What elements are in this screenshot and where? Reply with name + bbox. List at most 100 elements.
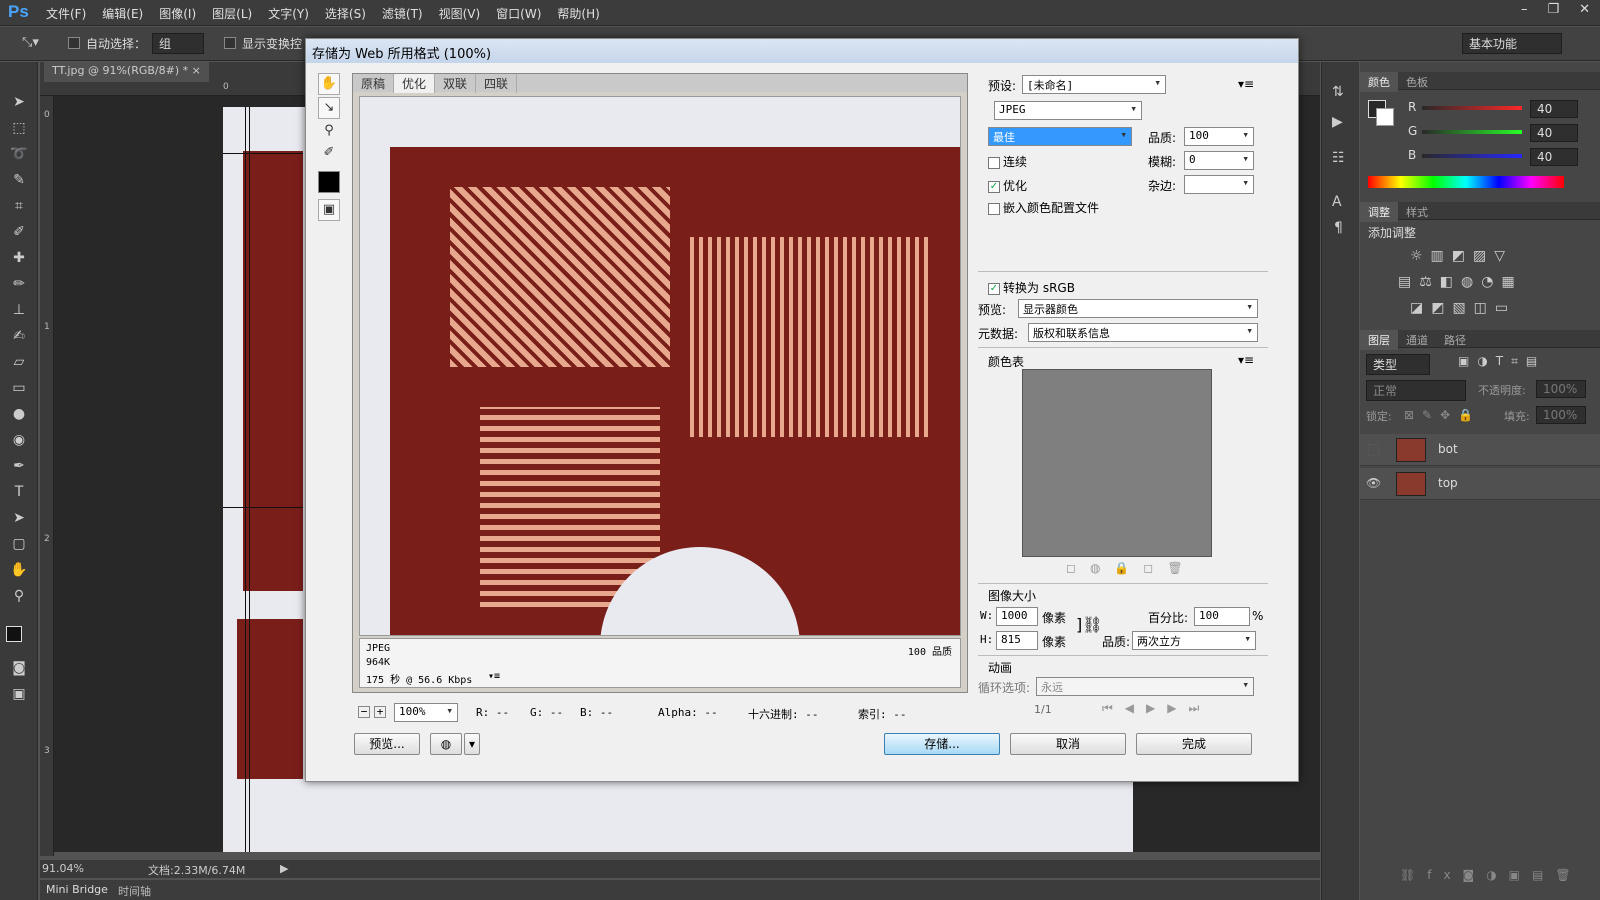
hand-tool-icon[interactable]: ✋ [318,73,340,95]
tab-channels[interactable]: 通道 [1398,330,1436,350]
layer-visibility-toggle[interactable] [1368,444,1380,456]
menu-view[interactable]: 视图(V) [439,5,481,22]
hand-icon[interactable]: ✋ [9,560,29,580]
tab-timeline[interactable]: 时间轴 [118,883,151,899]
constrain-link-icon[interactable]: ]⛓ [1076,615,1103,634]
auto-select-dropdown[interactable]: 组 [152,33,204,54]
menu-image[interactable]: 图像(I) [159,5,196,22]
color-spectrum[interactable] [1368,176,1564,188]
zoom-in-icon[interactable]: + [374,706,386,718]
blur-icon[interactable]: ● [9,404,29,424]
menu-file[interactable]: 文件(F) [46,5,86,22]
percent-input[interactable]: 100 [1194,607,1250,626]
browser-dropdown-icon[interactable]: ▾ [464,733,480,755]
marquee-icon[interactable]: ⬚ [9,118,29,138]
optimized-checkbox[interactable]: ✓ [988,180,1000,193]
adjustment-icons-row2[interactable]: ▤⚖◧◍◔▦ [1398,274,1523,290]
foreground-color-swatch[interactable] [6,626,22,642]
zoom-level[interactable]: 91.04% [42,862,84,875]
width-input[interactable]: 1000 [996,607,1038,626]
eyedropper-tool-icon[interactable]: ✐ [318,143,340,165]
healing-icon[interactable]: ✚ [9,248,29,268]
layer-footer-icons[interactable]: ⛓fx◙◑▣▤🗑 [1400,868,1583,882]
embed-profile-checkbox[interactable] [988,202,1000,215]
zoom-dropdown[interactable]: 100% [394,703,458,722]
layer-filter-kind[interactable]: 类型 [1366,354,1430,375]
tab-4up[interactable]: 四联 [476,74,518,93]
preset-menu-icon[interactable]: ▾≡ [1238,77,1254,91]
actions-panel-icon[interactable]: ▶ [1332,114,1343,130]
preview-image[interactable] [359,96,961,636]
layer-row-top[interactable]: 👁 top [1360,468,1600,500]
tab-optimized[interactable]: 优化 [394,74,436,93]
menu-edit[interactable]: 编辑(E) [102,5,143,22]
stamp-icon[interactable]: ⊥ [9,300,29,320]
close-tab-icon[interactable]: × [192,64,201,77]
zoom-out-icon[interactable]: − [358,706,370,718]
height-input[interactable]: 815 [996,631,1038,650]
fill-value[interactable]: 100% [1536,406,1586,424]
layer-name[interactable]: bot [1438,442,1458,456]
history-panel-icon[interactable]: ⇅ [1332,84,1344,100]
layer-name[interactable]: top [1438,476,1458,490]
shape-icon[interactable]: ▢ [9,534,29,554]
eyedropper-icon[interactable]: ✐ [9,222,29,242]
quality-preset-dropdown[interactable]: 最佳 [988,127,1132,146]
menu-window[interactable]: 窗口(W) [496,5,541,22]
pen-icon[interactable]: ✒ [9,456,29,476]
done-button[interactable]: 完成 [1136,733,1252,755]
move-tool-icon[interactable]: ⤡▾ [22,35,39,50]
tab-mini-bridge[interactable]: Mini Bridge [46,883,108,896]
dodge-icon[interactable]: ◉ [9,430,29,450]
loop-dropdown[interactable]: 永远 [1036,677,1254,696]
format-dropdown[interactable]: JPEG [994,101,1142,120]
b-slider[interactable] [1422,154,1522,158]
screen-mode-icon[interactable]: ▣ [9,684,29,704]
blend-mode-dropdown[interactable]: 正常 [1366,380,1466,401]
gradient-icon[interactable]: ▭ [9,378,29,398]
menu-select[interactable]: 选择(S) [325,5,366,22]
animation-controls-icons[interactable]: ⏮◀▶▶⏭ [1102,701,1211,716]
tab-2up[interactable]: 双联 [435,74,477,93]
tab-color[interactable]: 颜色 [1360,72,1398,92]
show-transform-checkbox[interactable] [224,36,236,49]
close-icon[interactable]: ✕ [1579,2,1590,17]
properties-panel-icon[interactable]: ☷ [1332,150,1345,166]
move-icon[interactable]: ➤ [9,92,29,112]
browser-icon[interactable]: ◍ [430,733,462,755]
preset-dropdown[interactable]: [未命名] [1022,75,1166,94]
preview-mode-dropdown[interactable]: 显示器颜色 [1018,299,1258,318]
background-swatch[interactable] [1376,108,1394,126]
cancel-button[interactable]: 取消 [1010,733,1126,755]
progressive-checkbox[interactable] [988,156,1000,169]
tab-styles[interactable]: 样式 [1398,202,1436,222]
matte-dropdown[interactable] [1184,175,1254,194]
g-value[interactable]: 40 [1530,124,1578,142]
quick-select-icon[interactable]: ✎ [9,170,29,190]
tab-swatches[interactable]: 色板 [1398,72,1436,92]
save-button[interactable]: 存储... [884,733,1000,755]
resample-dropdown[interactable]: 两次立方 [1132,631,1256,650]
zoom-tool-icon[interactable]: ⚲ [318,121,340,143]
eyedropper-color-swatch[interactable] [318,171,340,193]
zoom-icon[interactable]: ⚲ [9,586,29,606]
minimize-icon[interactable]: – [1521,2,1528,17]
paragraph-panel-icon[interactable]: ¶ [1334,220,1343,236]
maximize-icon[interactable]: ❐ [1547,2,1559,17]
preview-button[interactable]: 预览... [354,733,420,755]
convert-srgb-checkbox[interactable]: ✓ [988,282,1000,295]
menu-filter[interactable]: 滤镜(T) [382,5,423,22]
adjustment-icons-row3[interactable]: ◪◩▧◫▭ [1410,300,1516,316]
tab-original[interactable]: 原稿 [353,74,395,93]
eye-icon[interactable]: 👁 [1366,476,1381,490]
slice-select-icon[interactable]: ↘ [318,97,340,119]
lock-icons[interactable]: ⊠✎✥🔒 [1404,408,1481,422]
layer-filter-icons[interactable]: ▣◑T⌗▤ [1458,354,1545,369]
metadata-dropdown[interactable]: 版权和联系信息 [1028,323,1258,342]
color-table[interactable] [1022,369,1212,557]
tab-paths[interactable]: 路径 [1436,330,1474,350]
menu-type[interactable]: 文字(Y) [268,5,309,22]
tab-layers[interactable]: 图层 [1360,330,1398,350]
tab-adjustments[interactable]: 调整 [1360,202,1398,222]
character-panel-icon[interactable]: A [1332,194,1342,210]
